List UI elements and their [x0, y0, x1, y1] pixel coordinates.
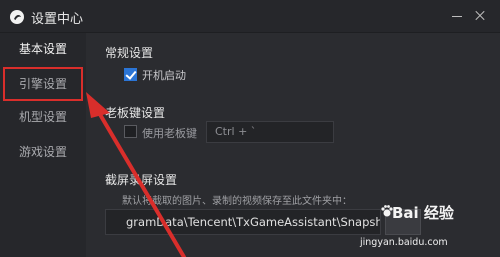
screenshot-settings-title: 截屏录屏设置 — [105, 173, 178, 187]
window-title: 设置中心 — [31, 12, 84, 27]
watermark-url: jingyan.baidu.com — [360, 237, 448, 248]
sidebar-item-game-settings[interactable]: 游戏设置 — [0, 136, 86, 168]
highlight-box — [3, 67, 83, 101]
bosskey-checkbox[interactable] — [124, 125, 137, 138]
watermark-logo: Bai 经验 — [392, 204, 454, 222]
bosskey-settings-title: 老板键设置 — [105, 106, 166, 120]
snapshot-path-field[interactable]: gramData\Tencent\TxGameAssistant\Snapsho… — [105, 209, 381, 235]
autostart-label: 开机启动 — [142, 69, 186, 82]
app-icon — [10, 10, 24, 24]
settings-content: 常规设置 开机启动 老板键设置 使用老板键 Ctrl + ` 截屏录屏设置 默认… — [86, 33, 500, 257]
screenshot-save-note: 默认将截取的图片、录制的视频保存至此文件夹中： — [122, 196, 352, 207]
minimize-icon[interactable] — [447, 6, 467, 26]
sidebar-item-basic-settings[interactable]: 基本设置 — [0, 33, 86, 65]
close-icon[interactable] — [470, 6, 490, 26]
autostart-checkbox[interactable] — [124, 68, 137, 81]
sidebar-item-device-settings[interactable]: 机型设置 — [0, 101, 86, 133]
title-bar: 设置中心 — [0, 0, 500, 33]
general-settings-title: 常规设置 — [105, 46, 154, 60]
bosskey-label: 使用老板键 — [142, 127, 197, 140]
bosskey-hotkey-field[interactable]: Ctrl + ` — [206, 121, 334, 143]
